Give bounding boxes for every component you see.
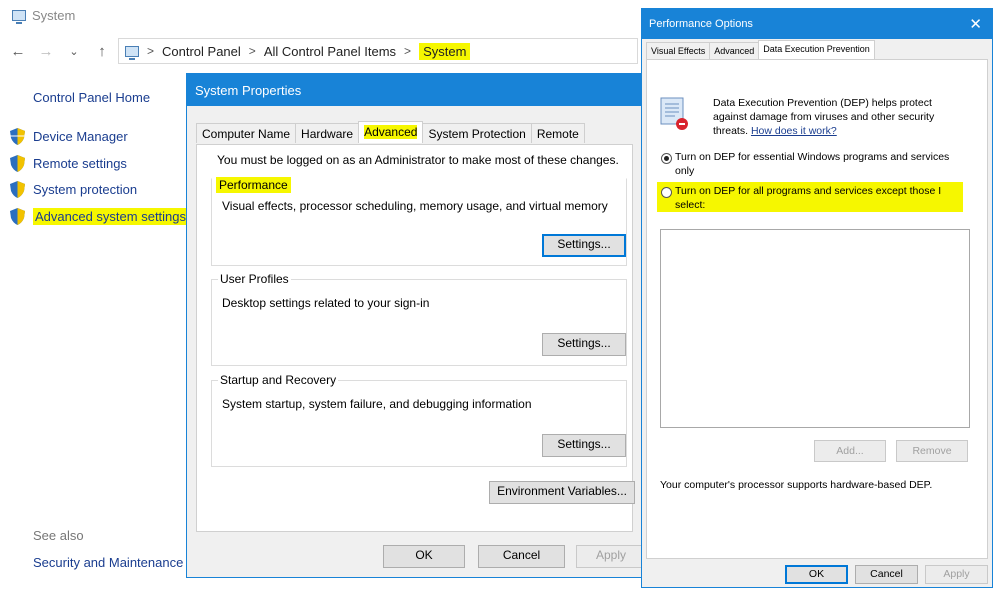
group-description: Visual effects, processor scheduling, me… bbox=[222, 199, 608, 213]
chevron-right-icon: > bbox=[147, 44, 155, 58]
uac-shield-icon bbox=[10, 181, 25, 198]
security-maintenance-link[interactable]: Security and Maintenance bbox=[33, 555, 183, 570]
dep-essential-radio[interactable] bbox=[661, 153, 672, 164]
system-protection-link[interactable]: System protection bbox=[10, 181, 137, 198]
apply-button[interactable]: Apply bbox=[576, 545, 646, 568]
tab-label: Advanced bbox=[364, 125, 418, 139]
system-properties-dialog: System Properties Computer Name Hardware… bbox=[186, 73, 646, 578]
device-manager-link[interactable]: Device Manager bbox=[10, 128, 128, 145]
control-panel-home-link[interactable]: Control Panel Home bbox=[33, 90, 150, 105]
forward-arrow-icon[interactable]: → bbox=[38, 43, 54, 60]
chevron-right-icon: > bbox=[248, 44, 256, 58]
user-profiles-settings-button[interactable]: Settings... bbox=[542, 333, 626, 356]
breadcrumb-all-items[interactable]: All Control Panel Items bbox=[264, 44, 396, 59]
processor-support-note: Your computer's processor supports hardw… bbox=[660, 479, 933, 491]
startup-recovery-settings-button[interactable]: Settings... bbox=[542, 434, 626, 457]
environment-variables-button[interactable]: Environment Variables... bbox=[489, 481, 635, 504]
startup-recovery-group: Startup and Recovery System startup, sys… bbox=[211, 373, 627, 467]
computer-icon bbox=[125, 45, 139, 60]
tab-system-protection[interactable]: System Protection bbox=[422, 123, 532, 143]
tab-advanced[interactable]: Advanced bbox=[358, 121, 424, 143]
group-description: System startup, system failure, and debu… bbox=[222, 397, 532, 411]
cancel-button[interactable]: Cancel bbox=[478, 545, 565, 568]
link-label: Remote settings bbox=[33, 156, 127, 171]
how-does-it-work-link[interactable]: How does it work? bbox=[751, 125, 837, 137]
performance-group: Performance Visual effects, processor sc… bbox=[211, 177, 627, 266]
link-label: System protection bbox=[33, 182, 138, 197]
dialog-titlebar: System Properties bbox=[187, 74, 641, 106]
add-button[interactable]: Add... bbox=[814, 440, 886, 462]
see-also-heading: See also bbox=[33, 528, 84, 543]
close-icon[interactable]: ✕ bbox=[969, 15, 982, 33]
uac-shield-icon bbox=[10, 208, 25, 225]
advanced-tab-panel: You must be logged on as an Administrato… bbox=[196, 144, 635, 532]
uac-shield-icon bbox=[10, 128, 25, 145]
navigation-buttons: ← → ⌄ ↑ bbox=[10, 38, 110, 64]
remote-settings-link[interactable]: Remote settings bbox=[10, 155, 127, 172]
tab-visual-effects[interactable]: Visual Effects bbox=[646, 42, 711, 59]
admin-note: You must be logged on as an Administrato… bbox=[217, 153, 619, 167]
link-label: Advanced system settings bbox=[33, 208, 189, 225]
user-profiles-group: User Profiles Desktop settings related t… bbox=[211, 272, 627, 366]
tab-advanced[interactable]: Advanced bbox=[709, 42, 760, 59]
dep-essential-label[interactable]: Turn on DEP for essential Windows progra… bbox=[675, 150, 965, 178]
dep-exceptions-list[interactable] bbox=[660, 229, 970, 428]
tab-computer-name[interactable]: Computer Name bbox=[196, 123, 297, 143]
chevron-right-icon: > bbox=[404, 44, 412, 58]
breadcrumb-control-panel[interactable]: Control Panel bbox=[162, 44, 241, 59]
tab-remote[interactable]: Remote bbox=[530, 123, 585, 143]
address-bar[interactable]: > Control Panel > All Control Panel Item… bbox=[118, 38, 638, 64]
dep-all-label[interactable]: Turn on DEP for all programs and service… bbox=[675, 184, 965, 212]
tab-strip: Visual Effects Advanced Data Execution P… bbox=[646, 40, 875, 59]
advanced-system-settings-link[interactable]: Advanced system settings bbox=[10, 208, 189, 225]
uac-shield-icon bbox=[10, 155, 25, 172]
ok-button[interactable]: OK bbox=[785, 565, 848, 584]
window-title: System bbox=[12, 8, 76, 24]
breadcrumb-system[interactable]: System bbox=[419, 42, 471, 60]
back-arrow-icon[interactable]: ← bbox=[10, 43, 26, 60]
dep-all-radio[interactable] bbox=[661, 187, 672, 198]
dep-icon bbox=[657, 96, 691, 132]
tab-hardware[interactable]: Hardware bbox=[295, 123, 360, 143]
performance-settings-button[interactable]: Settings... bbox=[542, 234, 626, 257]
dep-description: Data Execution Prevention (DEP) helps pr… bbox=[713, 96, 963, 138]
group-description: Desktop settings related to your sign-in bbox=[222, 296, 430, 310]
dialog-titlebar: Performance Options bbox=[642, 9, 992, 39]
up-arrow-icon[interactable]: ↑ bbox=[94, 43, 110, 60]
apply-button[interactable]: Apply bbox=[925, 565, 988, 584]
cancel-button[interactable]: Cancel bbox=[855, 565, 918, 584]
tab-data-execution-prevention[interactable]: Data Execution Prevention bbox=[758, 40, 875, 59]
performance-options-dialog: Performance Options ✕ Visual Effects Adv… bbox=[641, 8, 993, 588]
dep-tab-panel: Data Execution Prevention (DEP) helps pr… bbox=[646, 59, 988, 559]
remove-button[interactable]: Remove bbox=[896, 440, 968, 462]
computer-icon bbox=[12, 10, 26, 24]
recent-locations-chevron-icon[interactable]: ⌄ bbox=[66, 45, 82, 58]
group-title: Performance bbox=[216, 177, 291, 193]
window-title-text: System bbox=[32, 8, 76, 23]
group-title: User Profiles bbox=[218, 272, 291, 286]
ok-button[interactable]: OK bbox=[383, 545, 465, 568]
tab-strip: Computer Name Hardware Advanced System P… bbox=[196, 121, 585, 143]
link-label: Device Manager bbox=[33, 129, 128, 144]
group-title: Startup and Recovery bbox=[218, 373, 339, 387]
